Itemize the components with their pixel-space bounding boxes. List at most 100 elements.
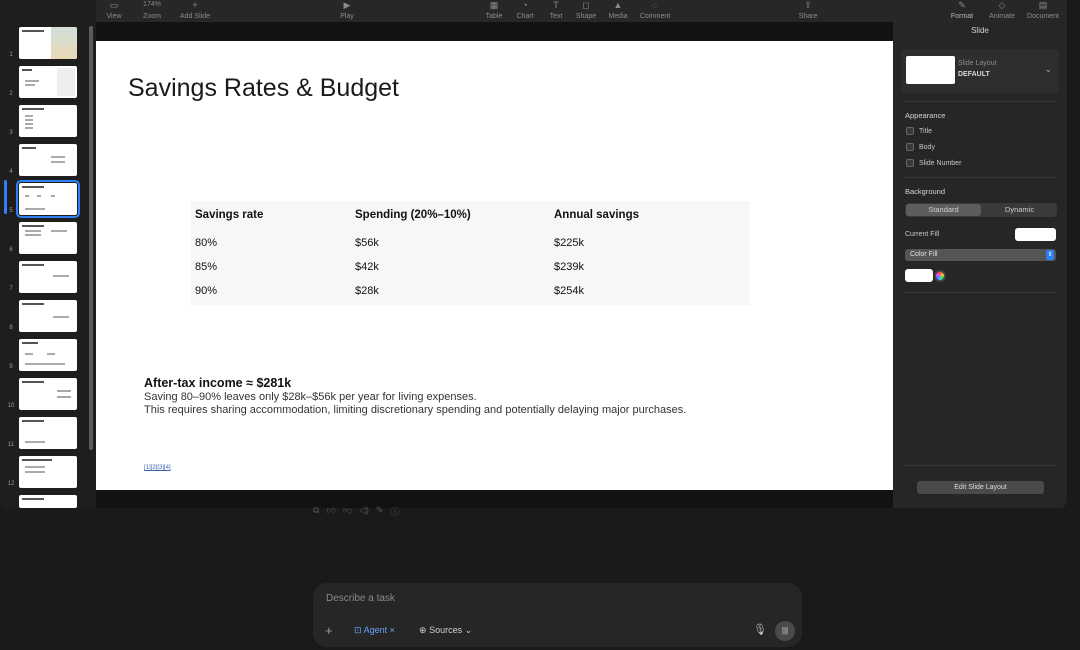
thumbs-up-icon[interactable]: 👍︎ [326, 505, 335, 518]
slide-number: 7 [9, 286, 13, 292]
share-button[interactable]: ⇪ Share [783, 0, 833, 21]
slide-thumbnail-1[interactable] [19, 27, 77, 59]
slide-number: 6 [9, 247, 13, 253]
slide-layout-picker[interactable]: Slide Layout DEFAULT ⌄ [901, 49, 1059, 93]
standard-tab[interactable]: Standard [906, 204, 981, 216]
divider [903, 177, 1057, 178]
table-cell: $254k [554, 285, 584, 297]
slide-number-checkbox[interactable]: Slide Number [906, 159, 961, 167]
color-well[interactable] [905, 269, 933, 282]
table-cell: $42k [355, 261, 379, 273]
slide-thumbnail-12[interactable] [19, 456, 77, 488]
thumbs-down-icon[interactable]: 👎︎ [343, 505, 352, 518]
income-heading[interactable]: After-tax income ≈ $281k [144, 376, 291, 390]
color-wheel-icon[interactable] [934, 270, 946, 282]
slide-thumbnail-10[interactable] [19, 378, 77, 410]
table-cell: $56k [355, 237, 379, 249]
divider [903, 101, 1057, 102]
slide-number: 5 [9, 208, 13, 214]
table-cell: 90% [195, 285, 218, 297]
chevron-down-icon: ⌄ [464, 625, 473, 635]
edit-icon[interactable]: ✎ [376, 505, 384, 518]
task-composer: Describe a task + ⊡ Agent × ⊕ Sources ⌄ … [313, 583, 802, 647]
layout-label: Slide Layout [958, 60, 997, 67]
savings-table[interactable]: Savings rate Spending (20%–10%) Annual s… [191, 201, 750, 305]
background-window-edge [1067, 0, 1080, 70]
task-input[interactable]: Describe a task [326, 593, 395, 604]
appearance-heading: Appearance [905, 111, 946, 120]
slide-thumbnail-2[interactable] [19, 66, 77, 98]
view-icon: ▭ [109, 0, 119, 10]
table-cell: $239k [554, 261, 584, 273]
document-icon: ▤ [1038, 0, 1048, 10]
slide-number: 12 [7, 481, 15, 487]
sources-label: Sources [429, 625, 463, 635]
paintbrush-icon: ✎ [958, 0, 966, 10]
table-cell: $28k [355, 285, 379, 297]
table-cell: 80% [195, 237, 218, 249]
table-header: Savings rate [195, 209, 264, 221]
current-fill-swatch[interactable] [1015, 228, 1056, 241]
slide-thumbnail-6[interactable] [19, 222, 77, 254]
microphone-icon[interactable]: 🎙︎ [753, 623, 767, 636]
copy-icon[interactable]: ⧉ [313, 505, 319, 518]
info-icon[interactable]: ⓘ [390, 505, 399, 518]
title-checkbox[interactable]: Title [906, 127, 932, 135]
slide-canvas: Savings Rates & Budget Savings rate Spen… [96, 22, 893, 508]
slide-thumbnail-4[interactable] [19, 144, 77, 176]
share-icon: ⇪ [804, 0, 812, 10]
current-fill-label: Current Fill [905, 231, 940, 238]
body-text-line[interactable]: This requires sharing accommodation, lim… [144, 404, 686, 416]
slide-number: 9 [9, 364, 13, 370]
body-checkbox[interactable]: Body [906, 143, 935, 151]
document-button[interactable]: ▤ Document [1018, 0, 1067, 21]
fill-type-dropdown[interactable]: Color Fill ⇕ [905, 249, 1056, 261]
zoom-value: 174% [143, 1, 161, 8]
play-button[interactable]: ▶ Play [322, 0, 372, 21]
inspector-tab-slide[interactable]: Slide [893, 26, 1067, 35]
background-segmented-control: Standard Dynamic [905, 203, 1057, 217]
checkbox-box [906, 127, 914, 135]
add-attachment-icon[interactable]: + [325, 623, 333, 638]
slide-number: 8 [9, 325, 13, 331]
slide[interactable]: Savings Rates & Budget Savings rate Spen… [96, 41, 893, 490]
voice-mode-button[interactable]: ||| [775, 621, 795, 641]
slide-number: 4 [9, 169, 13, 175]
slide-thumbnail-7[interactable] [19, 261, 77, 293]
table-header: Spending (20%–10%) [355, 209, 471, 221]
add-slide-button[interactable]: + Add Slide [170, 0, 220, 21]
dynamic-tab[interactable]: Dynamic [982, 203, 1057, 217]
slide-number: 3 [9, 130, 13, 136]
edit-slide-layout-button[interactable]: Edit Slide Layout [917, 481, 1044, 494]
comment-icon: ◌ [652, 0, 658, 10]
slide-number: 1 [9, 52, 13, 58]
slide-title[interactable]: Savings Rates & Budget [128, 74, 399, 103]
play-icon: ▶ [343, 0, 351, 10]
background-heading: Background [905, 187, 946, 196]
layout-value: DEFAULT [958, 71, 990, 78]
shape-icon: ◻ [582, 0, 590, 10]
slide-thumbnail-9[interactable] [19, 339, 77, 371]
sources-button[interactable]: ⊕ Sources ⌄ [419, 625, 472, 636]
dropdown-value: Color Fill [910, 251, 938, 258]
table-cell: 85% [195, 261, 218, 273]
close-icon[interactable]: × [390, 625, 395, 635]
citation-links[interactable]: [1][2][3][4] [144, 465, 171, 471]
navigator-scrollbar[interactable] [89, 26, 93, 450]
comment-button[interactable]: ◌ Comment [630, 0, 680, 21]
slide-thumbnail-8[interactable] [19, 300, 77, 332]
agent-chip[interactable]: ⊡ Agent × [354, 625, 395, 636]
toolbar: ▭ View 174% Zoom + Add Slide ▶ Play ▦ Table ◔… [96, 0, 1067, 22]
slide-thumbnail-5[interactable] [16, 180, 80, 218]
slide-number: 11 [7, 442, 15, 448]
speaker-icon[interactable]: ◁) [359, 505, 369, 518]
slide-thumbnail-13[interactable] [19, 495, 77, 508]
slide-number: 2 [9, 91, 13, 97]
checkbox-label: Body [919, 143, 935, 151]
slide-navigator: 1 2 3 4 5 6 7 8 9 10 11 12 [0, 22, 96, 508]
slide-thumbnail-3[interactable] [19, 105, 77, 137]
body-text-line[interactable]: Saving 80–90% leaves only $28k–$56k per … [144, 391, 477, 403]
divider [903, 465, 1057, 466]
table-cell: $225k [554, 237, 584, 249]
slide-thumbnail-11[interactable] [19, 417, 77, 449]
